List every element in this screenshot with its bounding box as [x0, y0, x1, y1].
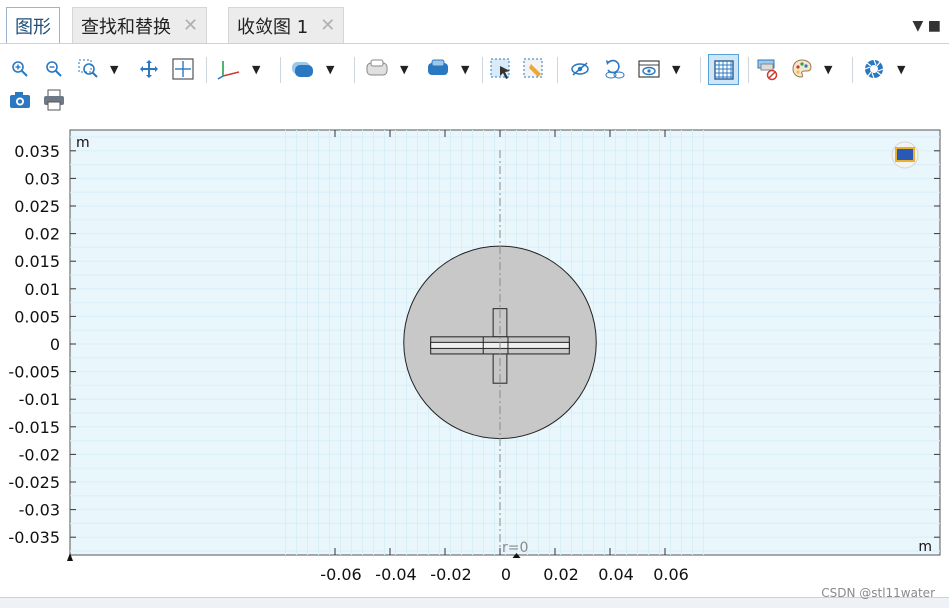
y-tick-label: -0.025 [8, 473, 60, 492]
comsol-logo-icon [891, 141, 919, 169]
watermark: CSDN @stl11water [821, 586, 935, 600]
x-tick-label: -0.02 [430, 565, 471, 584]
chevron-down-icon[interactable]: ▼ [672, 63, 680, 76]
wireframe-icon[interactable] [756, 57, 780, 81]
toolbar-separator [700, 57, 701, 83]
color-icon[interactable] [790, 57, 814, 81]
toolbar-separator [557, 57, 558, 83]
x-tick-label: -0.06 [320, 565, 361, 584]
toolbar-separator [280, 57, 281, 83]
select-mode-icon[interactable] [426, 57, 450, 81]
y-tick-label: 0.01 [24, 280, 60, 299]
toolbar-separator [748, 57, 749, 83]
tab-label: 收敛图 1 [237, 16, 309, 38]
y-tick-label: 0.025 [14, 197, 60, 216]
axis-orientation-icon[interactable] [217, 57, 241, 81]
tab-menu-button[interactable]: ▼ ■ [913, 18, 941, 34]
chevron-down-icon[interactable]: ▼ [110, 63, 118, 76]
grid-icon[interactable] [708, 54, 739, 85]
graphics-toolbar: ▼ ▼ ▼ ▼ ▼ ▼ ▼ ▼ [0, 45, 949, 123]
toolbar-separator [354, 57, 355, 83]
clear-selection-icon[interactable] [522, 57, 546, 81]
view-icon[interactable] [637, 57, 661, 81]
toolbar-separator [206, 57, 207, 83]
y-tick-label: 0.005 [14, 307, 60, 326]
chevron-down-icon[interactable]: ▼ [252, 63, 260, 76]
y-tick-labels: 0.035 0.03 0.025 0.02 0.015 0.01 0.005 0 -0.005 -… [8, 142, 60, 547]
y-tick-label: 0.03 [24, 169, 60, 188]
status-bar [0, 597, 949, 608]
zoom-box-icon[interactable] [76, 57, 100, 81]
x-tick-label: 0.06 [653, 565, 689, 584]
chevron-down-icon[interactable]: ▼ [824, 63, 832, 76]
axis-marker-label: r=0 [502, 540, 528, 556]
transparency-icon[interactable] [365, 57, 389, 81]
tab-find-replace[interactable]: 查找和替换 ✕ [72, 7, 208, 43]
y-tick-label: 0.02 [24, 225, 60, 244]
x-tick-label: 0 [501, 565, 511, 584]
y-tick-label: 0.015 [14, 252, 60, 271]
x-tick-label: 0.04 [598, 565, 634, 584]
y-tick-label: -0.035 [8, 528, 60, 547]
y-tick-label: -0.03 [19, 501, 60, 520]
toolbar-separator [482, 57, 483, 83]
zoom-extents-icon[interactable] [171, 57, 195, 81]
print-icon[interactable] [42, 88, 66, 112]
x-tick-label: -0.04 [375, 565, 416, 584]
y-tick-label: -0.02 [19, 445, 60, 464]
close-icon[interactable]: ✕ [183, 15, 198, 36]
x-tick-labels: -0.06 -0.04 -0.02 0 0.02 0.04 0.06 [320, 565, 689, 584]
chevron-down-icon[interactable]: ▼ [897, 63, 905, 76]
x-axis-unit: m [918, 539, 932, 555]
reset-hiding-icon[interactable] [602, 57, 626, 81]
hide-icon[interactable] [568, 57, 592, 81]
tab-convergence-plot[interactable]: 收敛图 1 ✕ [228, 7, 345, 43]
chevron-down-icon[interactable]: ▼ [400, 63, 408, 76]
scene-light-icon[interactable] [291, 57, 315, 81]
zoom-out-icon[interactable] [42, 57, 66, 81]
y-tick-label: -0.015 [8, 418, 60, 437]
tab-bar: 图形 查找和替换 ✕ 收敛图 1 ✕ ▼ ■ [0, 0, 949, 44]
tab-label: 图形 [15, 16, 51, 38]
plot-canvas[interactable]: 0.035 0.03 0.025 0.02 0.015 0.01 0.005 0 -0.005 -… [0, 123, 949, 598]
y-tick-label: 0.035 [14, 142, 60, 161]
y-tick-label: -0.005 [8, 363, 60, 382]
camera-icon[interactable] [8, 88, 32, 112]
y-tick-label: -0.01 [19, 390, 60, 409]
tab-graphics[interactable]: 图形 [6, 7, 60, 43]
pan-icon[interactable] [137, 57, 161, 81]
x-tick-label: 0.02 [543, 565, 579, 584]
tab-label: 查找和替换 [81, 16, 171, 38]
select-box-icon[interactable] [489, 57, 513, 81]
render-icon[interactable] [862, 57, 886, 81]
logo-mark [895, 147, 915, 162]
zoom-in-icon[interactable] [8, 57, 32, 81]
chevron-down-icon[interactable]: ▼ [326, 63, 334, 76]
y-tick-label: 0 [50, 335, 60, 354]
y-axis-unit: m [76, 135, 90, 151]
chevron-down-icon[interactable]: ▼ [461, 63, 469, 76]
toolbar-separator [852, 57, 853, 83]
close-icon[interactable]: ✕ [320, 15, 335, 36]
graphics-window[interactable]: 0.035 0.03 0.025 0.02 0.015 0.01 0.005 0 -0.005 -… [0, 123, 949, 608]
